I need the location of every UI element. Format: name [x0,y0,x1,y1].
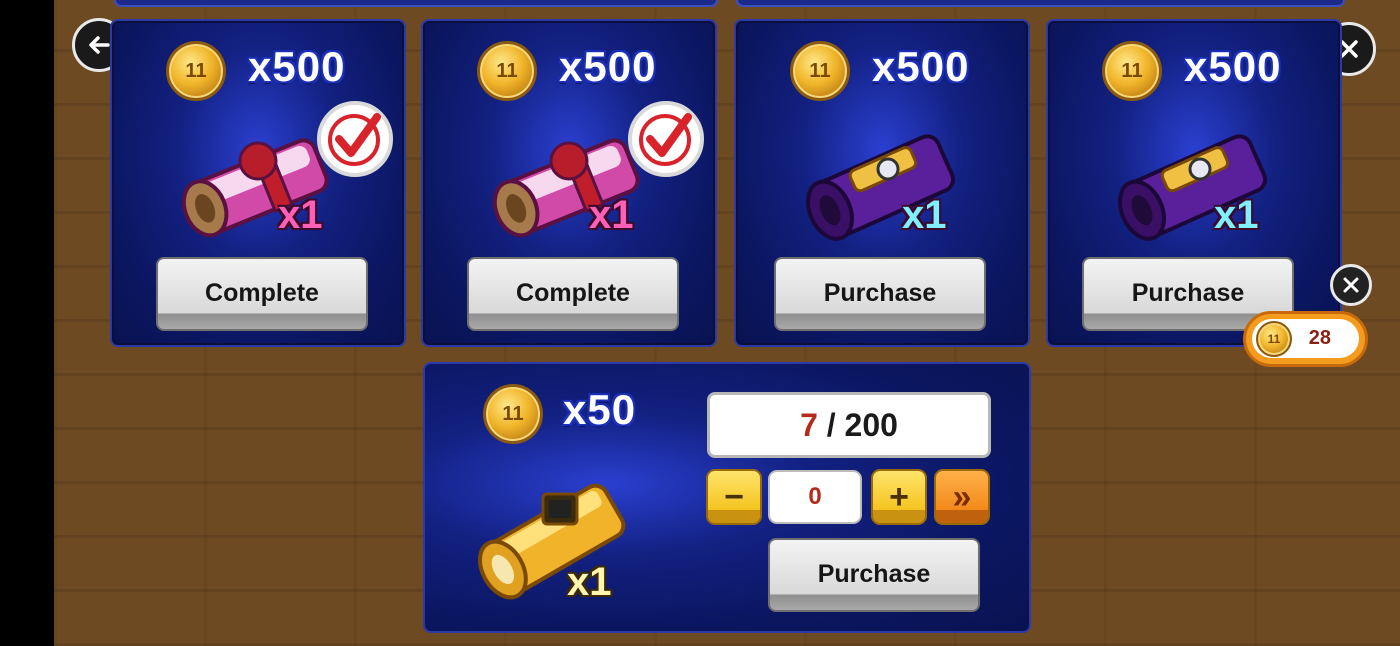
purchase-button[interactable]: Purchase [774,257,986,331]
shop-card: 11 x500 x1 Complete [110,19,406,347]
price-row: 11 x500 [736,41,1028,101]
max-quantity-button[interactable]: » [934,469,990,525]
close-icon [1343,277,1359,293]
price-row: 11 x500 [1048,41,1340,101]
item-quantity: x1 [589,193,634,237]
purchase-limit: 200 [844,406,898,443]
checkmark-icon [639,113,692,166]
coin-label: 11 [502,402,524,425]
event-coin-icon: 11 [1256,321,1292,357]
decrease-quantity-button[interactable]: − [706,469,762,525]
top-panel-edge [736,0,1345,7]
checkmark-icon [328,113,381,166]
item-quantity: x1 [278,193,323,237]
price-row: 11 x500 [112,41,404,101]
event-coin-icon: 11 [790,41,850,101]
item-quantity: x1 [902,193,947,237]
minus-icon: − [724,477,744,516]
plus-icon: + [889,477,909,516]
close-currency-button[interactable] [1330,264,1372,306]
quantity-input[interactable]: 0 [768,470,862,524]
price-amount: x500 [559,43,657,90]
top-panel-edge [114,0,718,7]
counter-separator: / [817,406,845,443]
item-quantity: x1 [1214,193,1259,237]
price-amount: x50 [563,386,637,433]
coin-label: 11 [1121,59,1143,82]
coin-label: 11 [496,59,518,82]
currency-balance: 11 28 [1243,311,1368,367]
currency-balance-inner: 11 28 [1252,319,1359,358]
completed-badge [317,101,393,177]
arrow-left-icon [89,36,110,54]
gold-scroll-icon [477,483,626,600]
shop-card: 11 x500 x1 Purchase [734,19,1030,347]
coin-label: 11 [1267,332,1281,346]
coin-label: 11 [809,59,831,82]
increase-quantity-button[interactable]: + [871,469,927,525]
event-coin-icon: 11 [483,384,543,444]
coin-label: 11 [185,59,207,82]
complete-button[interactable]: Complete [467,257,679,331]
price-amount: x500 [872,43,970,90]
purchased-count: 7 [800,406,818,443]
purchase-limit-counter: 7 / 200 [707,392,991,458]
price-amount: x500 [248,43,346,90]
event-coin-icon: 11 [1102,41,1162,101]
price-amount: x500 [1184,43,1282,90]
shop-card: 11 x500 x1 Purchase [1046,19,1342,347]
completed-badge [628,101,704,177]
event-coin-icon: 11 [166,41,226,101]
currency-amount: 28 [1308,327,1331,349]
double-chevron-right-icon: » [952,477,972,516]
price-row: 11 x500 [423,41,715,101]
event-coin-icon: 11 [477,41,537,101]
item-quantity: x1 [567,560,612,604]
bulk-shop-card: 11 x50 x1 7 / 200 − 0 + » Purchase [423,362,1031,633]
complete-button[interactable]: Complete [156,257,368,331]
shop-card: 11 x500 x1 Complete [421,19,717,347]
bulk-purchase-button[interactable]: Purchase [768,538,980,612]
